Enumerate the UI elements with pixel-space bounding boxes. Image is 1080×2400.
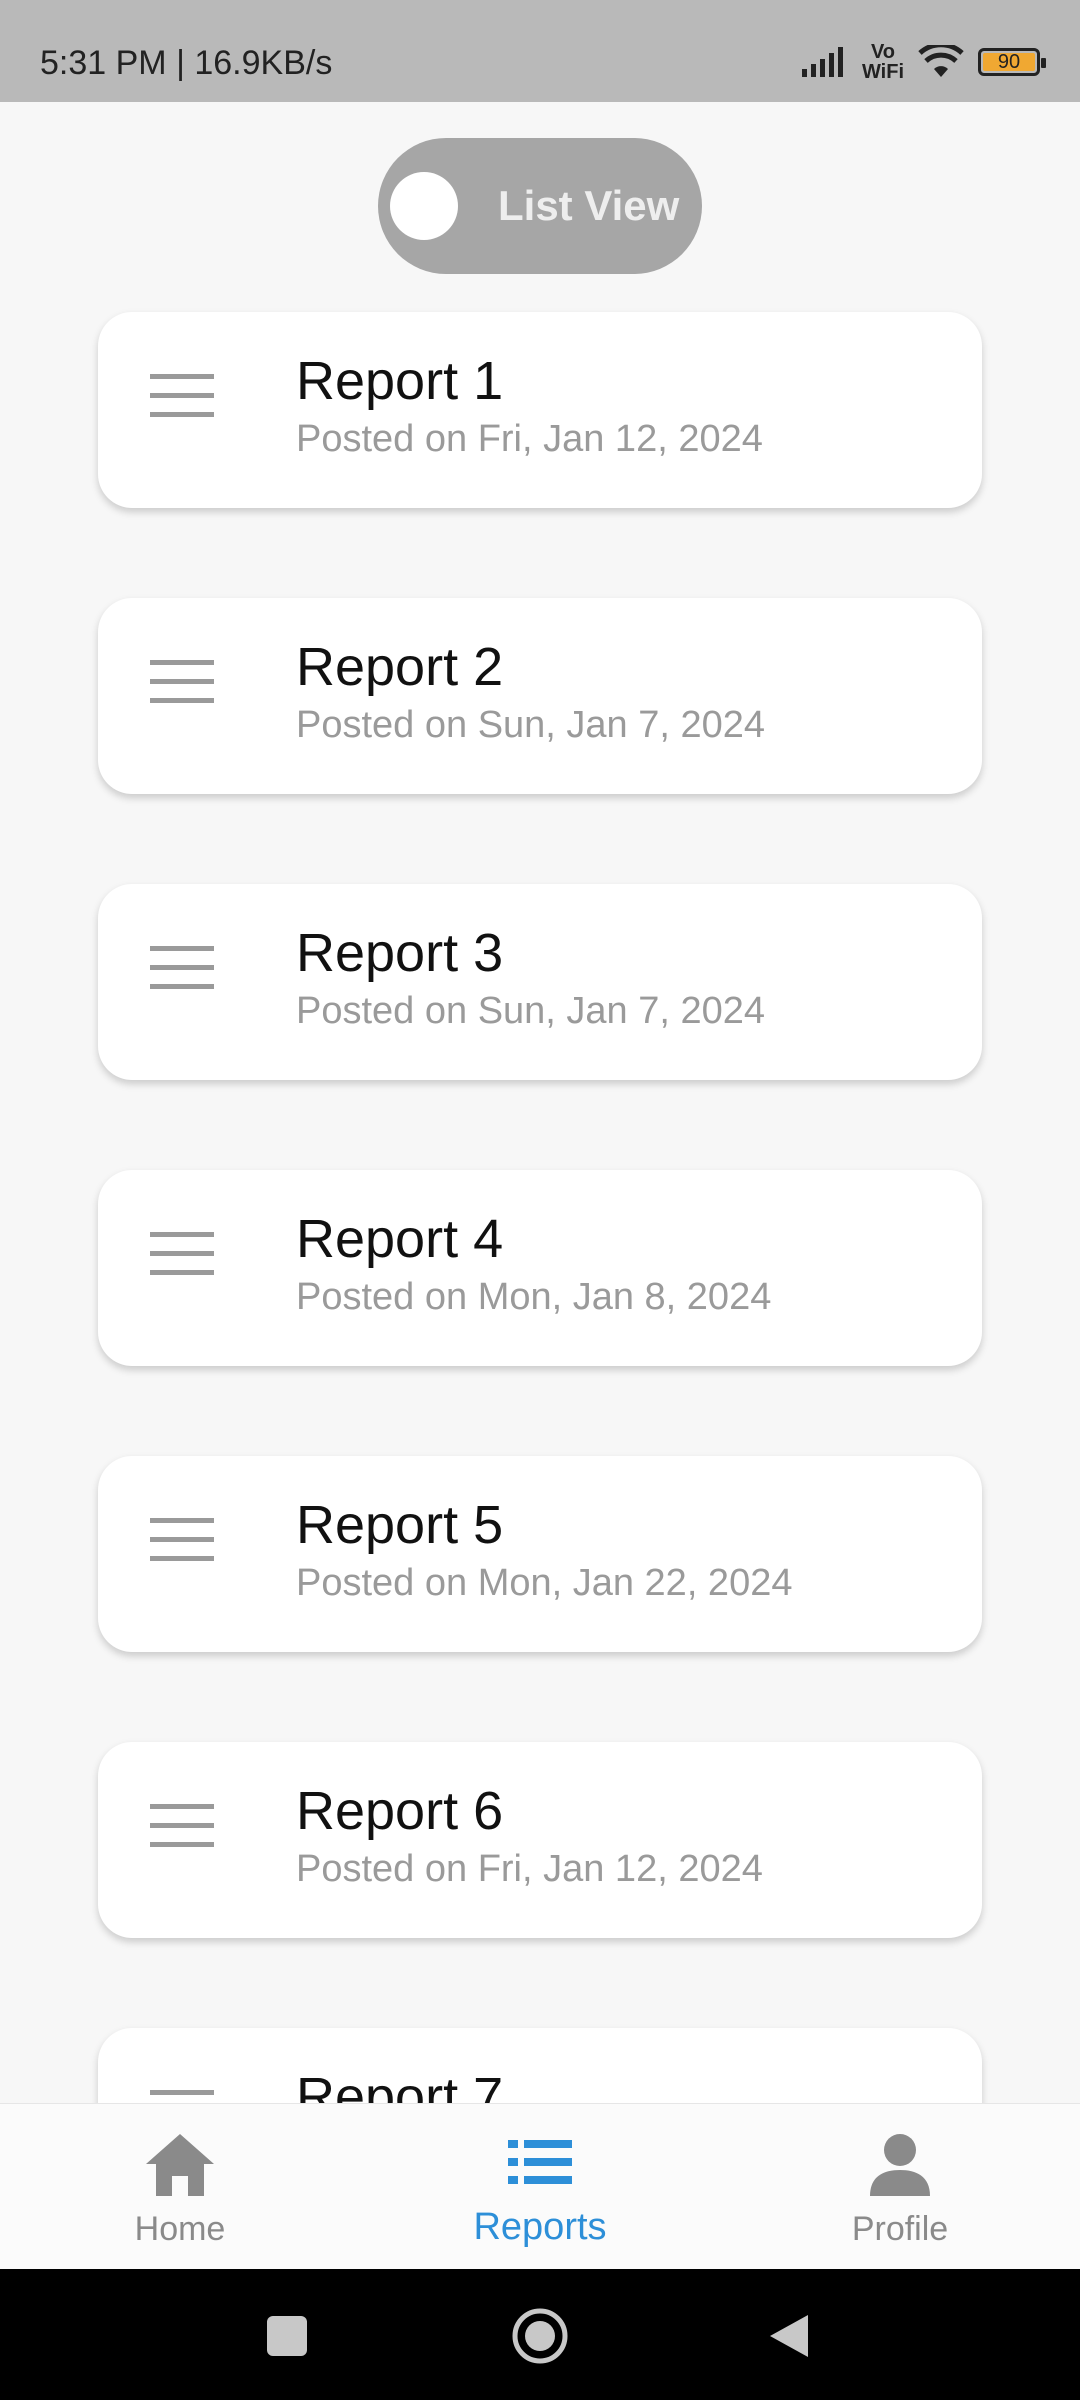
- home-icon: [146, 2134, 214, 2196]
- report-title: Report 1: [296, 351, 504, 411]
- drag-handle-icon[interactable]: [150, 660, 214, 704]
- nav-reports[interactable]: Reports: [430, 2104, 650, 2270]
- report-card[interactable]: Report 4 Posted on Mon, Jan 8, 2024: [98, 1170, 982, 1366]
- wifi-icon: [918, 45, 964, 77]
- toggle-label: List View: [498, 182, 680, 229]
- report-date: Posted on Mon, Jan 22, 2024: [296, 1562, 793, 1604]
- person-icon: [870, 2134, 930, 2196]
- drag-handle-icon[interactable]: [150, 374, 214, 418]
- status-time-speed: 5:31 PM | 16.9KB/s: [40, 44, 333, 82]
- report-card[interactable]: Report 7: [98, 2028, 982, 2103]
- report-title: Report 6: [296, 1781, 504, 1841]
- list-view-toggle[interactable]: List View: [378, 138, 702, 274]
- nav-home[interactable]: Home: [70, 2104, 290, 2270]
- list-icon: [508, 2140, 572, 2184]
- reports-list[interactable]: Report 1 Posted on Fri, Jan 12, 2024 Rep…: [0, 290, 1080, 2103]
- drag-handle-icon[interactable]: [150, 1518, 214, 1562]
- report-date: Posted on Fri, Jan 12, 2024: [296, 1848, 763, 1890]
- status-icons: Vo WiFi 90: [800, 42, 1046, 82]
- vo-label: Vo: [870, 41, 896, 63]
- report-date: Posted on Sun, Jan 7, 2024: [296, 704, 766, 746]
- drag-handle-icon[interactable]: [150, 2090, 214, 2103]
- report-date: Posted on Mon, Jan 8, 2024: [296, 1276, 772, 1318]
- home-circle-icon[interactable]: [511, 2307, 569, 2365]
- nav-home-label: Home: [134, 2210, 226, 2248]
- nav-profile[interactable]: Profile: [790, 2104, 1010, 2270]
- drag-handle-icon[interactable]: [150, 1804, 214, 1848]
- wifi-label: WiFi: [861, 61, 904, 83]
- nav-reports-label: Reports: [473, 2206, 607, 2248]
- back-icon[interactable]: [768, 2313, 810, 2359]
- report-title: Report 4: [296, 1209, 504, 1269]
- drag-handle-icon[interactable]: [150, 1232, 214, 1276]
- recents-icon[interactable]: [266, 2315, 308, 2357]
- battery-icon: 90: [978, 48, 1046, 76]
- report-date: Posted on Sun, Jan 7, 2024: [296, 990, 766, 1032]
- report-title: Report 5: [296, 1495, 504, 1555]
- report-title: Report 7: [296, 2067, 504, 2103]
- report-card[interactable]: Report 6 Posted on Fri, Jan 12, 2024: [98, 1742, 982, 1938]
- report-card[interactable]: Report 1 Posted on Fri, Jan 12, 2024: [98, 312, 982, 508]
- vowifi-icon: Vo WiFi: [862, 42, 904, 82]
- report-card[interactable]: Report 5 Posted on Mon, Jan 22, 2024: [98, 1456, 982, 1652]
- signal-icon: [801, 47, 843, 77]
- report-card[interactable]: Report 3 Posted on Sun, Jan 7, 2024: [98, 884, 982, 1080]
- report-title: Report 2: [296, 637, 504, 697]
- report-title: Report 3: [296, 923, 504, 983]
- toggle-knob: [390, 172, 458, 240]
- system-navigation-bar: [0, 2269, 1080, 2400]
- battery-level: 90: [997, 50, 1021, 73]
- report-card[interactable]: Report 2 Posted on Sun, Jan 7, 2024: [98, 598, 982, 794]
- report-date: Posted on Fri, Jan 12, 2024: [296, 418, 763, 460]
- nav-profile-label: Profile: [851, 2210, 949, 2248]
- bottom-navigation: Home Reports Profile: [0, 2103, 1080, 2270]
- drag-handle-icon[interactable]: [150, 946, 214, 990]
- status-bar: 5:31 PM | 16.9KB/s Vo WiFi 90: [0, 0, 1080, 102]
